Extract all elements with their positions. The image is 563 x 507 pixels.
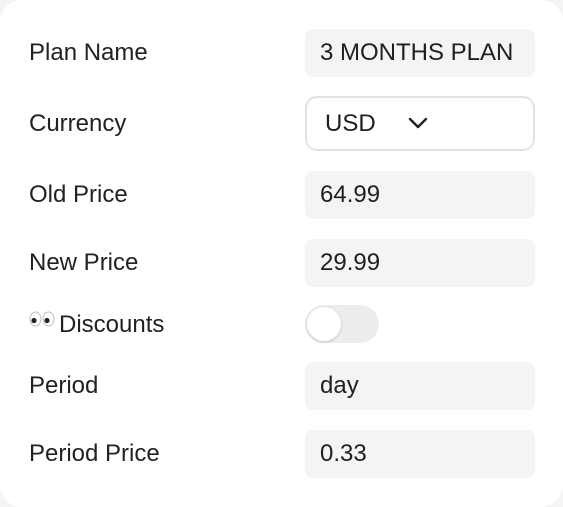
currency-label: Currency — [29, 110, 127, 137]
currency-selected-value: USD — [325, 110, 376, 137]
period-input[interactable]: day — [305, 362, 535, 410]
new-price-label: New Price — [29, 249, 139, 276]
plan-form-card: Plan Name 3 MONTHS PLAN Currency USD Old… — [0, 0, 563, 507]
period-label: Period — [29, 372, 99, 399]
chevron-down-icon — [408, 117, 428, 129]
period-price-label: Period Price — [29, 440, 160, 467]
plan-name-input[interactable]: 3 MONTHS PLAN — [305, 29, 535, 77]
discounts-toggle[interactable] — [305, 305, 379, 343]
old-price-input[interactable]: 64.99 — [305, 171, 535, 219]
period-price-input[interactable]: 0.33 — [305, 430, 535, 478]
eyes-emoji-icon — [29, 311, 55, 327]
old-price-label: Old Price — [29, 181, 128, 208]
currency-select[interactable]: USD — [305, 96, 535, 151]
toggle-knob — [307, 307, 341, 341]
plan-name-label: Plan Name — [29, 39, 148, 66]
new-price-input[interactable]: 29.99 — [305, 239, 535, 287]
discounts-label: Discounts — [59, 311, 165, 338]
